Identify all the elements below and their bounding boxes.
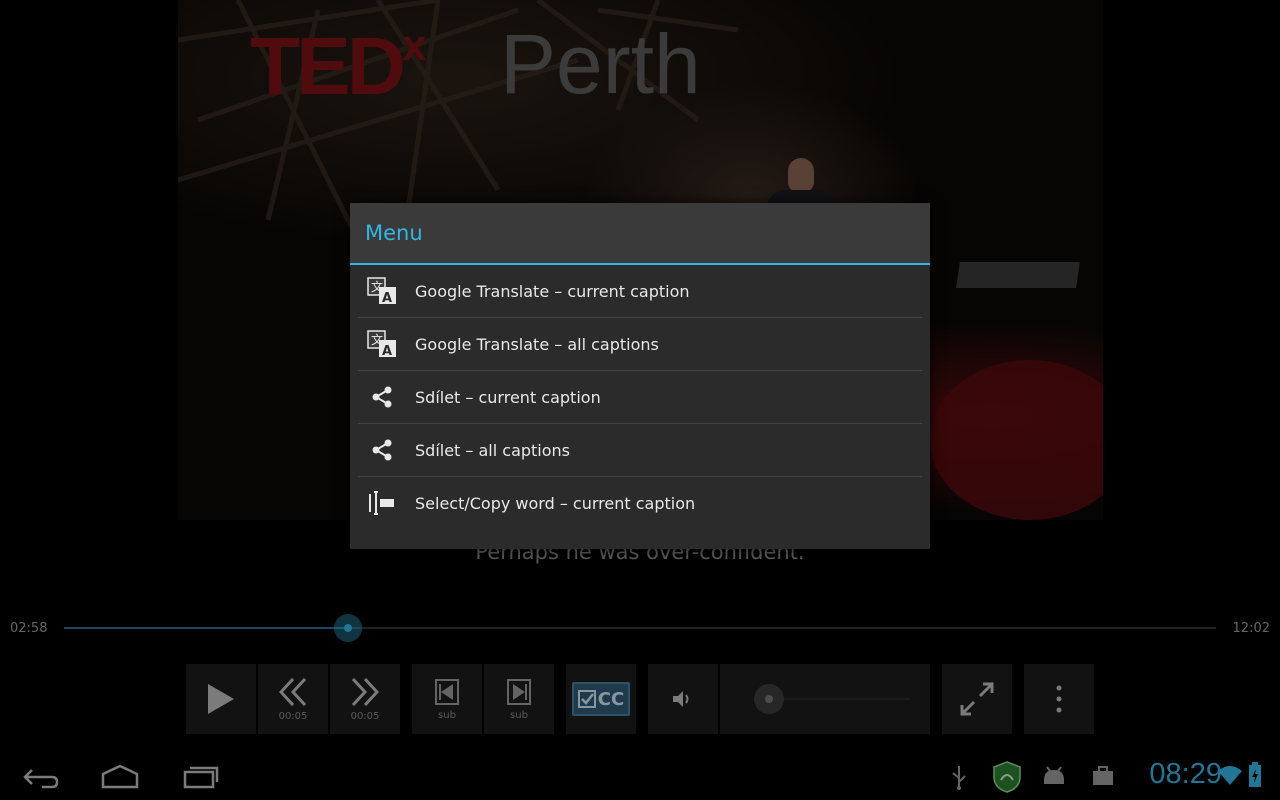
dialog-header: Menu [350, 203, 930, 265]
translate-icon: 文A [366, 328, 398, 360]
menu-item-share-current[interactable]: Sdílet – current caption [358, 371, 922, 424]
menu-list: 文A Google Translate – current caption 文A… [350, 265, 930, 529]
menu-item-translate-current[interactable]: 文A Google Translate – current caption [358, 265, 922, 318]
menu-item-label: Select/Copy word – current caption [415, 493, 696, 513]
share-icon [366, 434, 398, 466]
menu-item-select-copy-word[interactable]: Select/Copy word – current caption [358, 477, 922, 529]
text-select-icon [366, 487, 398, 519]
menu-item-label: Google Translate – all captions [415, 334, 659, 354]
menu-item-label: Sdílet – all captions [415, 440, 571, 460]
menu-item-label: Google Translate – current caption [415, 281, 690, 301]
menu-item-share-all[interactable]: Sdílet – all captions [358, 424, 922, 477]
svg-text:A: A [382, 291, 392, 305]
menu-dialog: Menu 文A Google Translate – current capti… [350, 203, 930, 549]
share-icon [366, 381, 398, 413]
dialog-title: Menu [365, 221, 423, 245]
menu-item-label: Sdílet – current caption [415, 387, 601, 407]
svg-text:A: A [382, 344, 392, 358]
translate-icon: 文A [366, 275, 398, 307]
menu-item-translate-all[interactable]: 文A Google Translate – all captions [358, 318, 922, 371]
